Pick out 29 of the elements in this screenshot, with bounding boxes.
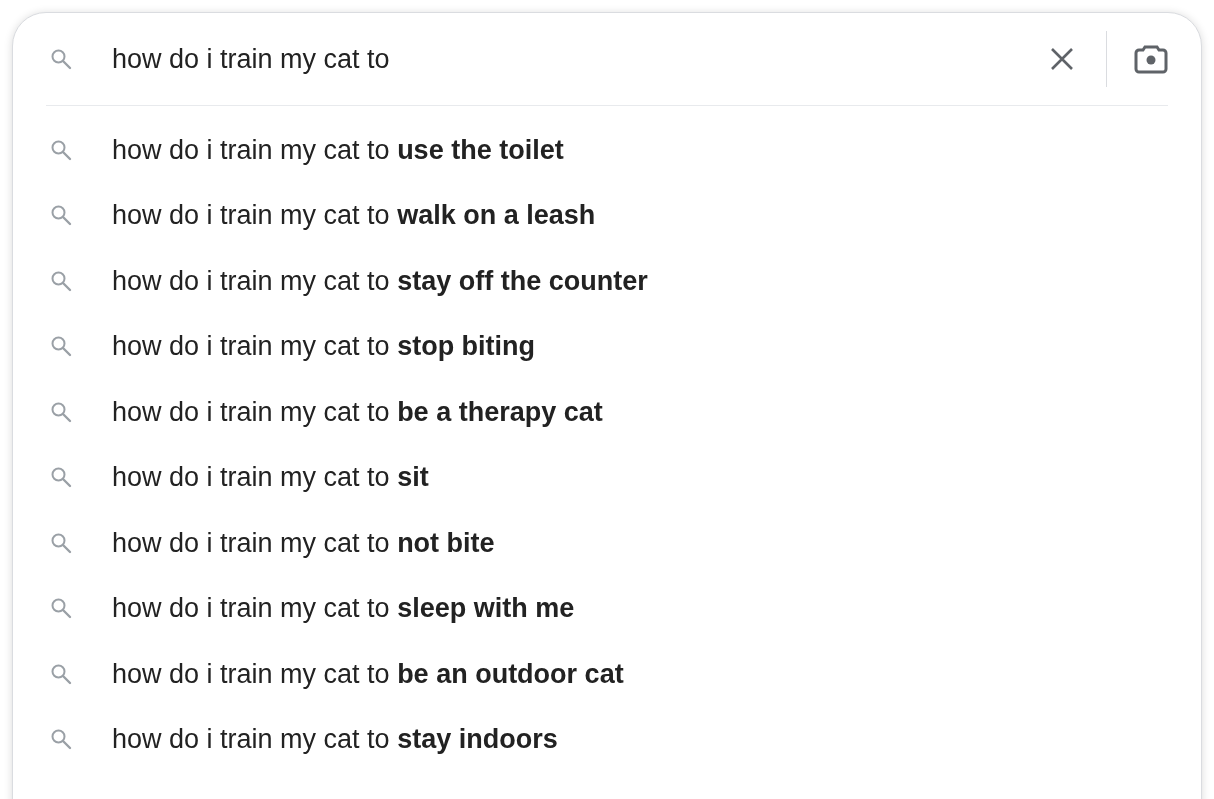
suggestion-item[interactable]: how do i train my cat to walk on a leash xyxy=(13,182,1201,248)
suggestion-item[interactable]: how do i train my cat to stop biting xyxy=(13,313,1201,379)
search-icon xyxy=(49,465,73,490)
search-icon xyxy=(49,203,73,228)
suggestion-item[interactable]: how do i train my cat to stay indoors xyxy=(13,706,1201,772)
close-icon xyxy=(1049,46,1075,72)
suggestion-item[interactable]: how do i train my cat to stay off the counter xyxy=(13,248,1201,314)
suggestion-text: how do i train my cat to walk on a leash xyxy=(112,199,596,232)
suggestion-text: how do i train my cat to sit xyxy=(112,461,429,494)
suggestion-text: how do i train my cat to stay off the counter xyxy=(112,264,648,298)
suggestion-text: how do i train my cat to use the toilet xyxy=(112,133,564,167)
suggestion-item[interactable]: how do i train my cat to be an outdoor cat xyxy=(13,641,1201,707)
suggestion-item[interactable]: how do i train my cat to sit xyxy=(13,444,1201,510)
suggestion-text: how do i train my cat to be a therapy cat xyxy=(112,395,603,429)
suggestion-text: how do i train my cat to sleep with me xyxy=(112,592,575,625)
suggestion-item[interactable]: how do i train my cat to sleep with me xyxy=(13,575,1201,641)
suggestion-item[interactable]: how do i train my cat to be a therapy cat xyxy=(13,379,1201,445)
camera-icon xyxy=(1134,44,1168,74)
suggestion-text: how do i train my cat to stay indoors xyxy=(112,723,558,756)
search-icon xyxy=(49,334,73,359)
suggestion-item[interactable]: how do i train my cat to use the toilet xyxy=(13,117,1201,183)
search-icon xyxy=(49,727,73,752)
suggestion-text: how do i train my cat to stop biting xyxy=(112,330,536,363)
suggestion-text: how do i train my cat to not bite xyxy=(112,526,495,560)
search-icon xyxy=(49,47,73,71)
search-field[interactable]: how do i train my cat to xyxy=(112,38,1040,80)
search-icon xyxy=(49,596,73,621)
suggestion-text: how do i train my cat to be an outdoor cat xyxy=(112,657,624,691)
suggestion-item[interactable]: how do i train my cat to not bite xyxy=(13,510,1201,576)
